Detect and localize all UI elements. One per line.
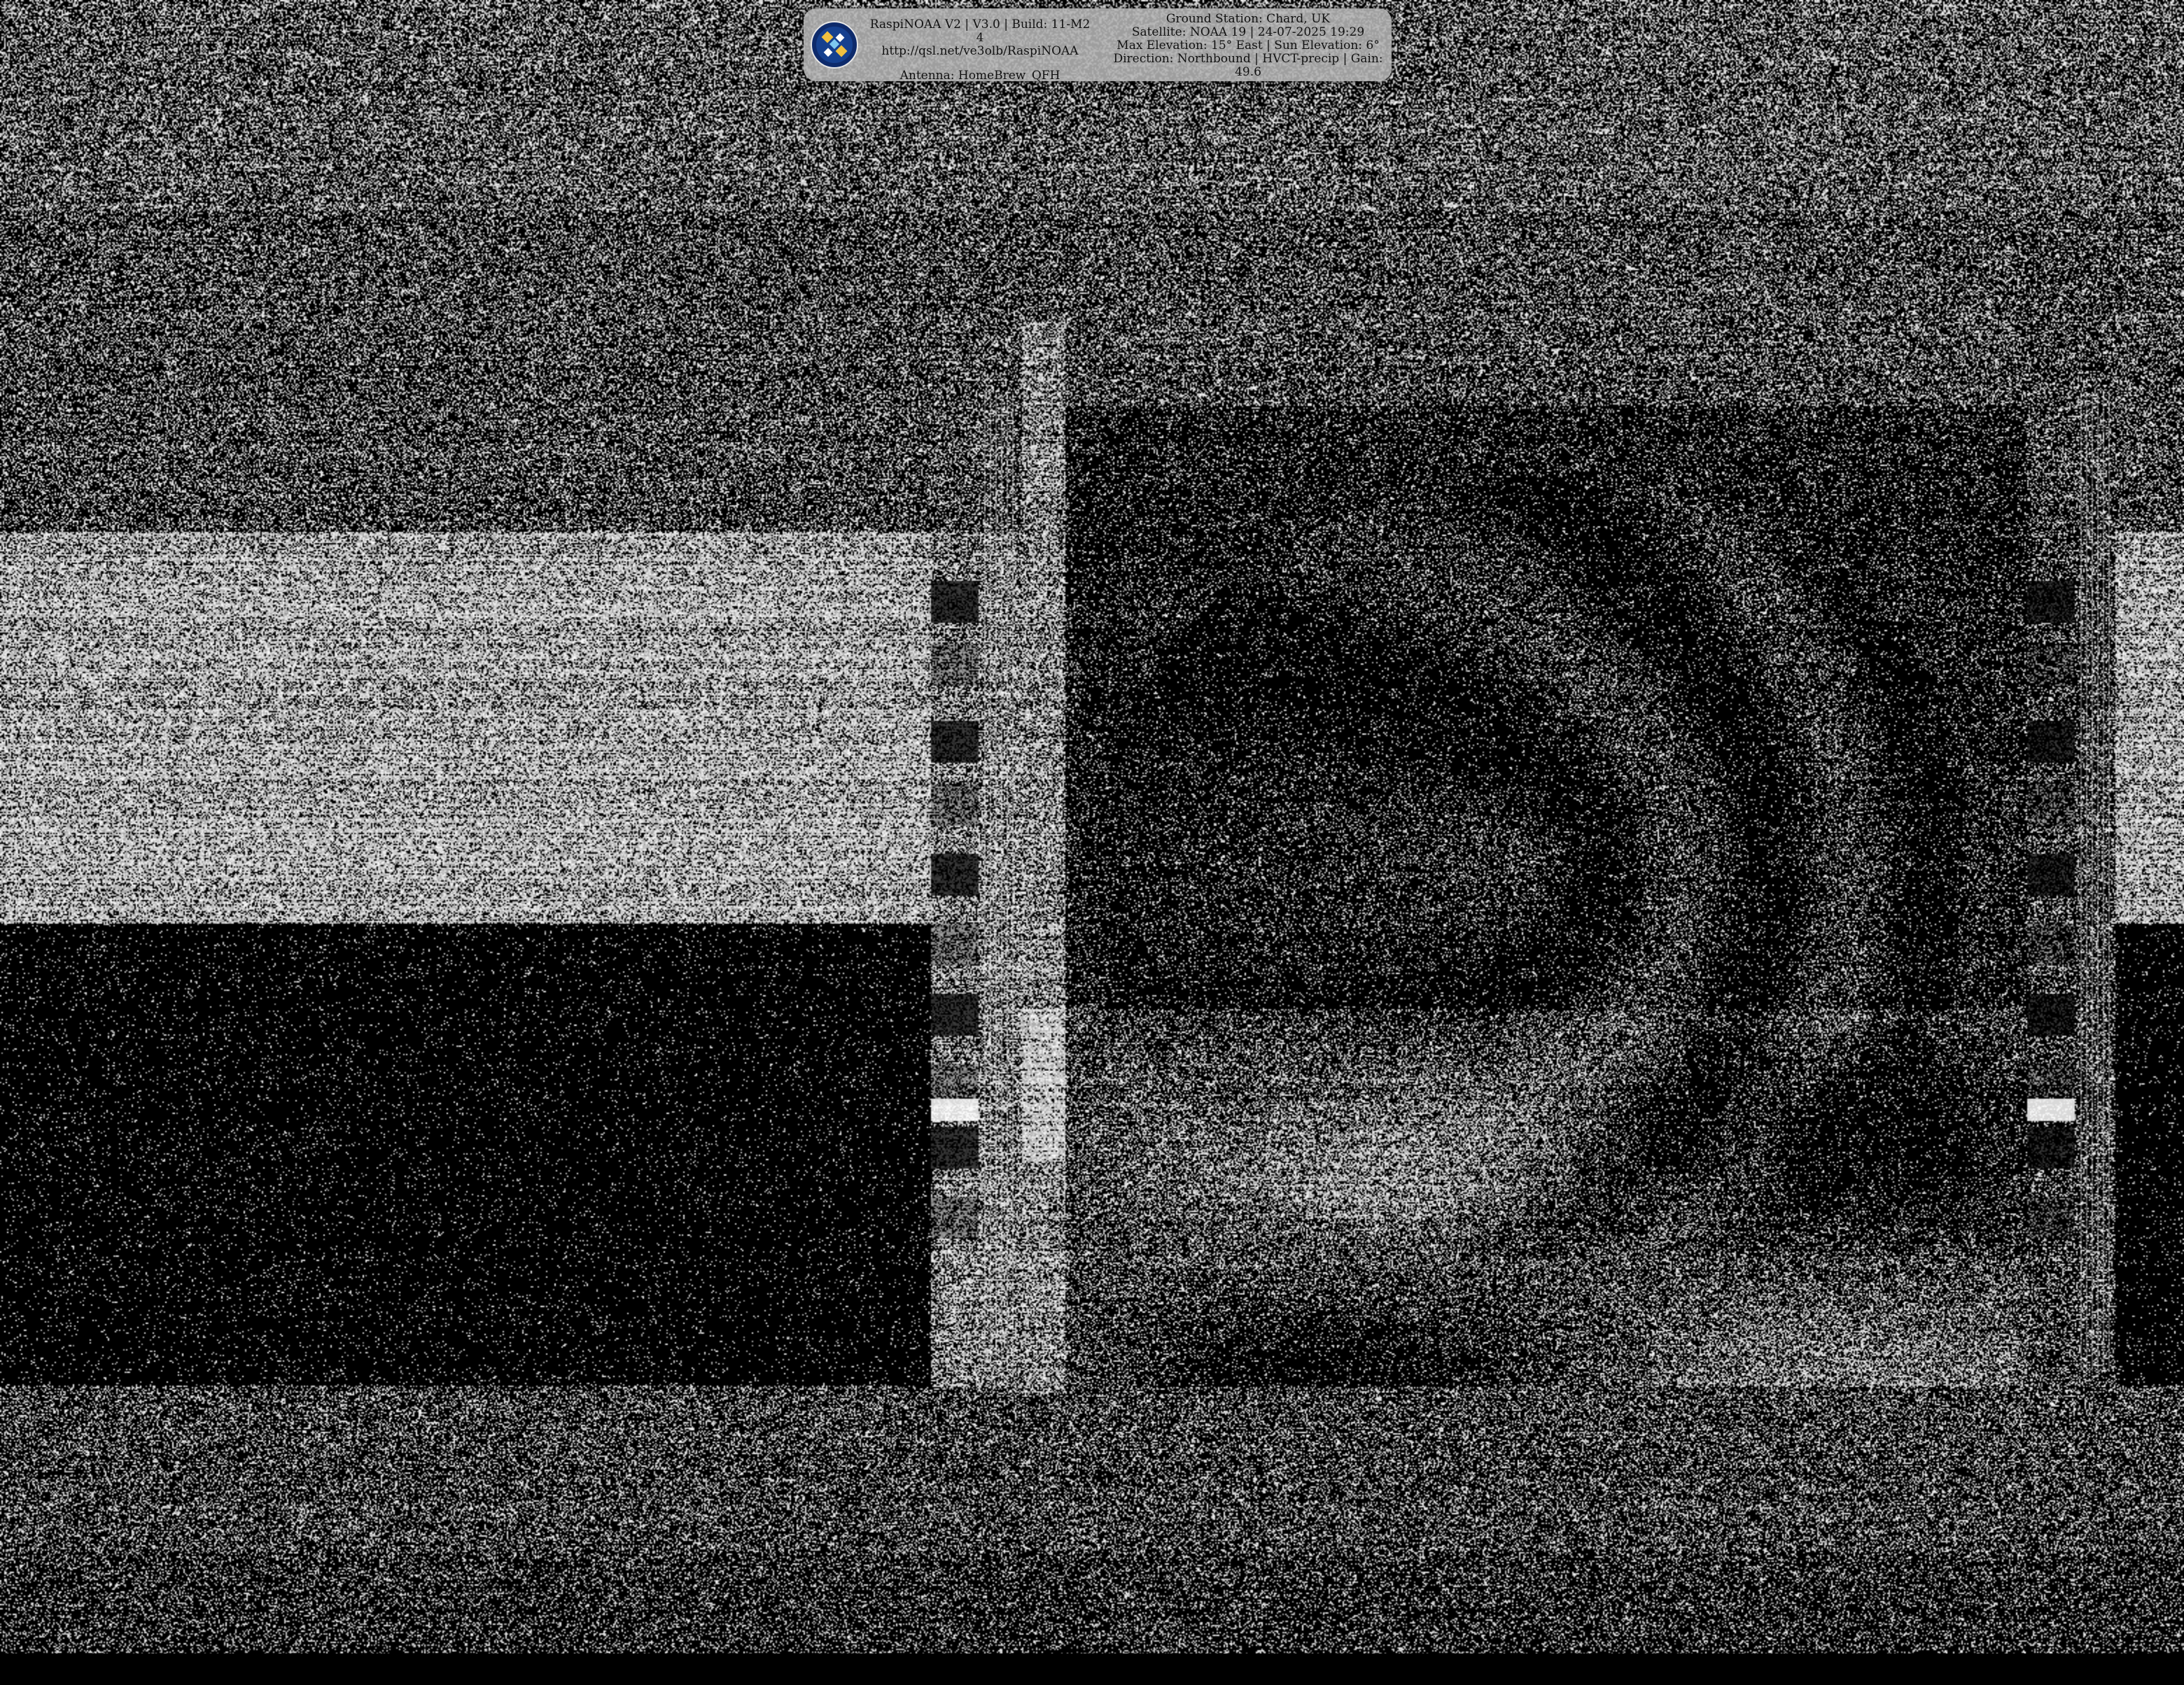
direction-info: Direction: Northbound | HVCT-precip | Ga… <box>1113 52 1383 79</box>
antenna-info: Antenna: HomeBrew_QFH <box>899 69 1060 83</box>
satellite-logo-icon <box>811 21 858 69</box>
software-info: RaspiNOAA V2 | V3.0 | Build: 11-M2 4 htt… <box>868 18 1092 83</box>
pass-info-overlay: RaspiNOAA V2 | V3.0 | Build: 11-M2 4 htt… <box>804 8 1392 83</box>
satellite-image-viewer: RaspiNOAA V2 | V3.0 | Build: 11-M2 4 htt… <box>0 0 2184 1685</box>
satellite-info: Satellite: NOAA 19 | 24-07-2025 19:29 <box>1131 25 1365 39</box>
project-url: http://qsl.net/ve3olb/RaspiNOAA <box>881 44 1079 58</box>
bottom-black-band <box>0 1653 2184 1685</box>
software-version: RaspiNOAA V2 | V3.0 | Build: 11-M2 4 <box>869 18 1091 45</box>
apt-noise-image <box>0 0 2184 1685</box>
ground-station: Ground Station: Chard, UK <box>1166 12 1331 26</box>
elevation-info: Max Elevation: 15° East | Sun Elevation:… <box>1116 39 1380 53</box>
pass-details: Ground Station: Chard, UK Satellite: NOA… <box>1112 13 1385 79</box>
